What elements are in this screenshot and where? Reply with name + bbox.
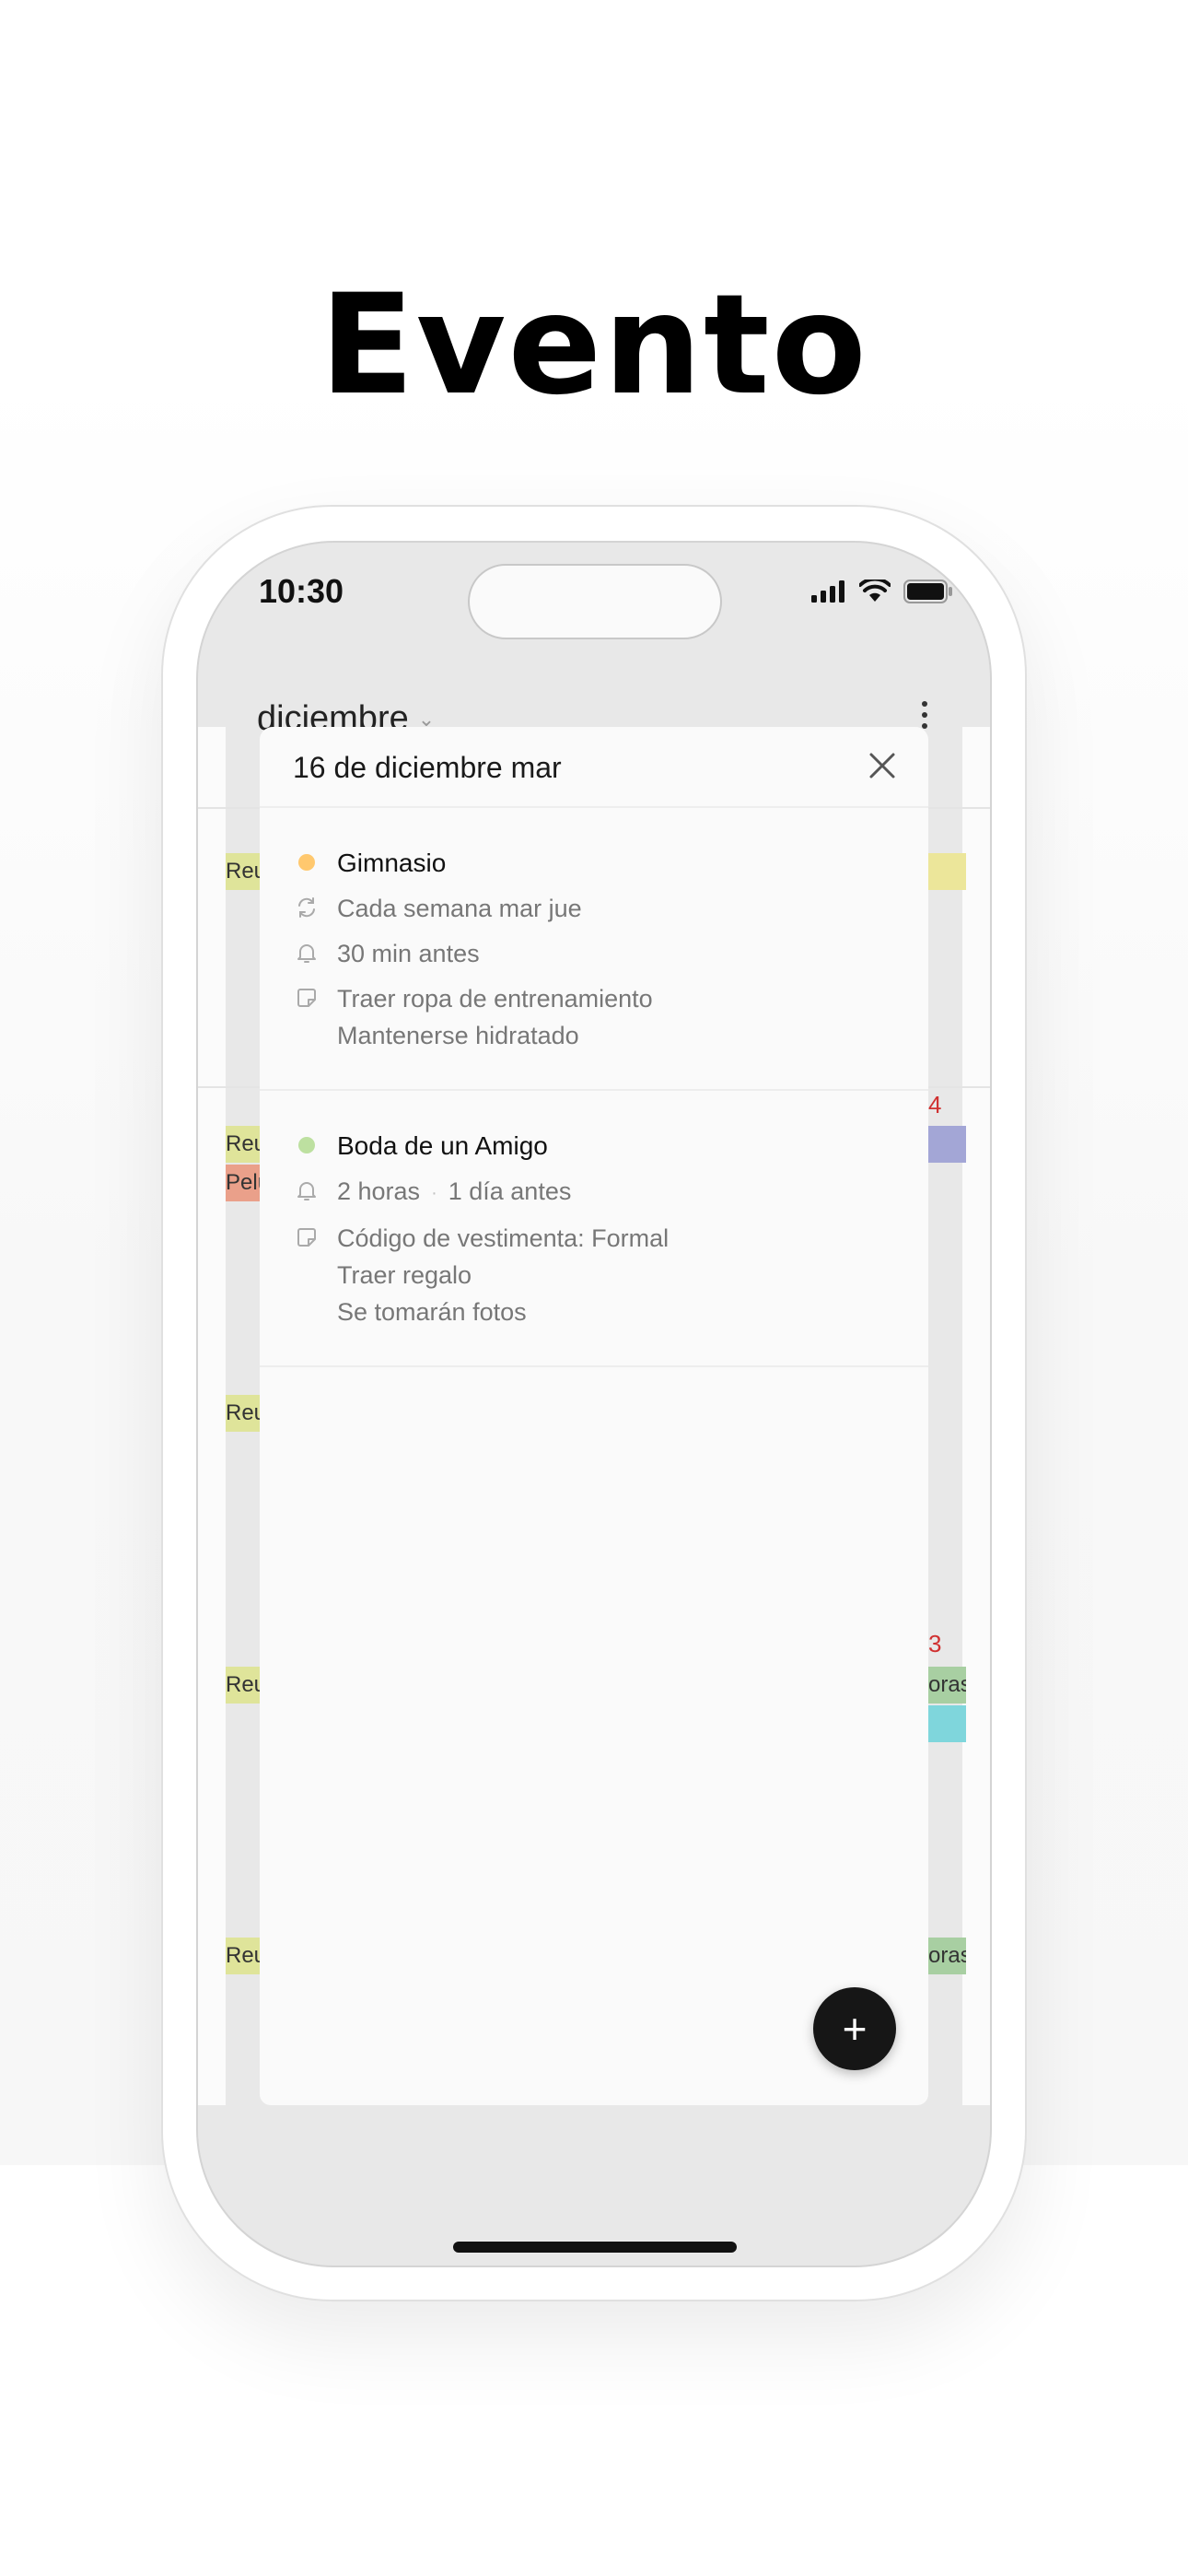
event-repeat: Cada semana mar jue <box>337 895 582 922</box>
event-note: Mantenerse hidratado <box>337 1022 579 1049</box>
event-note: Se tomarán fotos <box>337 1297 527 1326</box>
signal-icon <box>811 580 844 603</box>
calendar-chip[interactable] <box>928 853 966 890</box>
calendar-chip[interactable]: oras <box>928 1938 966 1974</box>
add-event-button[interactable]: + <box>813 1987 896 2070</box>
status-time: 10:30 <box>259 572 344 610</box>
battery-icon <box>903 580 952 603</box>
reminder-value: 1 día antes <box>448 1177 572 1205</box>
event-note: Traer ropa de entrenamiento <box>337 985 653 1013</box>
calendar-chip[interactable]: Reun <box>226 1667 260 1704</box>
home-indicator[interactable] <box>453 2242 737 2253</box>
event-reminder: 2 horas · 1 día antes <box>337 1177 572 1205</box>
calendar-column-left <box>198 727 226 2105</box>
calendar-chip[interactable]: Reun <box>226 853 260 890</box>
repeat-icon <box>298 897 315 918</box>
calendar-chip[interactable]: Reun <box>226 1395 260 1432</box>
calendar-chip[interactable] <box>928 1126 966 1163</box>
close-icon[interactable] <box>864 747 901 784</box>
event-item-boda[interactable]: Boda de un Amigo 2 horas · 1 día antes Cód… <box>260 1091 928 1367</box>
event-title: Gimnasio <box>337 849 447 877</box>
calendar-chip[interactable]: Reun <box>226 1126 260 1163</box>
phone-screen: 10:30 diciembre ⌄ Reun Reun Pelu Reun <box>196 541 992 2267</box>
event-note: Traer regalo <box>337 1260 472 1289</box>
event-note: Código de vestimenta: Formal <box>337 1224 670 1252</box>
event-color-dot <box>298 854 315 871</box>
calendar-chip[interactable] <box>928 1705 966 1742</box>
calendar-column-right <box>962 727 990 2105</box>
note-icon <box>297 1227 316 1247</box>
calendar-chip[interactable]: oras <box>928 1667 966 1704</box>
bell-icon <box>297 944 316 963</box>
calendar-chip[interactable]: Reun <box>226 1938 260 1974</box>
sheet-date-title: 16 de diciembre mar <box>293 751 562 784</box>
event-reminder: 30 min antes <box>337 940 480 967</box>
status-icons <box>811 580 953 603</box>
page-headline: Evento <box>320 265 868 426</box>
day-number: 3 <box>928 1630 942 1657</box>
dynamic-island <box>468 564 722 639</box>
day-number: 4 <box>928 1091 942 1118</box>
reminder-value: 2 horas <box>337 1177 421 1205</box>
bell-icon <box>297 1182 316 1200</box>
more-options-icon[interactable] <box>922 701 927 729</box>
day-detail-sheet: 16 de diciembre mar Gimnasio Cada semana… <box>260 727 928 2105</box>
note-icon <box>297 989 316 1007</box>
event-item-gimnasio[interactable]: Gimnasio Cada semana mar jue 30 min ante… <box>260 808 928 1091</box>
event-title: Boda de un Amigo <box>337 1131 548 1160</box>
wifi-icon <box>859 580 891 602</box>
sheet-header: 16 de diciembre mar <box>260 727 928 808</box>
event-color-dot <box>298 1137 315 1153</box>
calendar-chip[interactable]: Pelu <box>226 1165 260 1201</box>
